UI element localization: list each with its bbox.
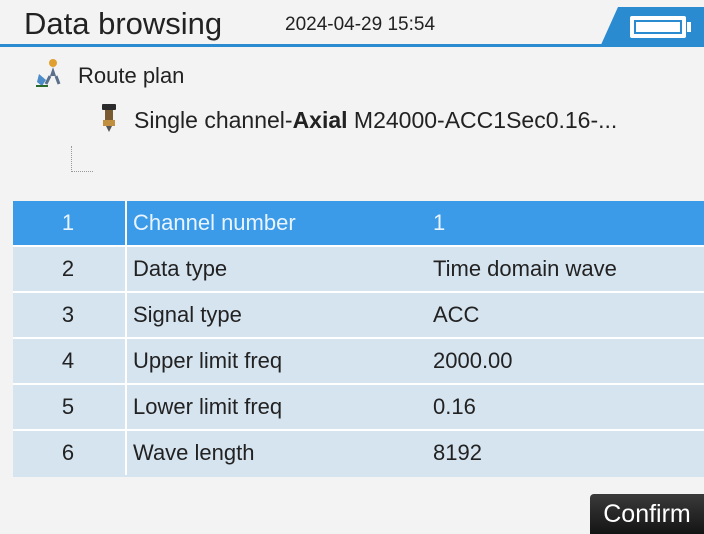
table-row[interactable]: 1 Channel number 1	[13, 201, 704, 247]
column-divider	[125, 385, 127, 429]
tree-item-label: Route plan	[78, 62, 185, 88]
row-name: Data type	[133, 256, 228, 281]
route-tree: Route plan Single channel-Axial M24000-A…	[0, 50, 704, 200]
tree-item-label: Single channel-Axial M24000-ACC1Sec0.16-…	[134, 106, 617, 134]
parameter-table: 1 Channel number 1 2 Data type Time doma…	[13, 201, 704, 477]
channel-label-suffix: M24000-ACC1Sec0.16-...	[347, 106, 618, 133]
row-value: 8192	[433, 440, 482, 465]
table-row[interactable]: 4 Upper limit freq 2000.00	[13, 339, 704, 385]
page-title: Data browsing	[24, 6, 223, 41]
table-row[interactable]: 6 Wave length 8192	[13, 431, 704, 477]
table-row[interactable]: 5 Lower limit freq 0.16	[13, 385, 704, 431]
channel-label-direction: Axial	[292, 106, 348, 133]
row-value: Time domain wave	[433, 256, 617, 281]
tree-item-channel[interactable]: Single channel-Axial M24000-ACC1Sec0.16-…	[98, 102, 617, 137]
row-index: 3	[61, 302, 75, 327]
column-divider	[125, 339, 127, 383]
row-name: Lower limit freq	[133, 394, 283, 419]
tree-connector	[71, 171, 93, 172]
row-name: Channel number	[133, 210, 296, 235]
row-index: 4	[61, 348, 75, 373]
row-index: 1	[61, 210, 75, 235]
column-divider	[125, 201, 127, 245]
route-plan-icon	[36, 58, 64, 93]
sensor-icon	[98, 102, 120, 137]
tree-connector	[71, 146, 72, 172]
tree-item-route-plan[interactable]: Route plan	[36, 58, 184, 93]
column-divider	[125, 247, 127, 291]
header-bar: Data browsing 2024-04-29 15:54	[0, 0, 704, 47]
table-row[interactable]: 3 Signal type ACC	[13, 293, 704, 339]
header-divider	[0, 44, 704, 47]
row-index: 6	[61, 440, 75, 465]
column-divider	[125, 293, 127, 337]
row-index: 2	[61, 256, 75, 281]
confirm-button[interactable]: Confirm	[590, 494, 704, 534]
row-index: 5	[61, 394, 75, 419]
row-name: Upper limit freq	[133, 348, 283, 373]
row-name: Wave length	[133, 440, 255, 465]
row-value: ACC	[433, 302, 480, 327]
column-divider	[125, 431, 127, 475]
battery-icon	[600, 7, 704, 47]
table-row[interactable]: 2 Data type Time domain wave	[13, 247, 704, 293]
row-value: 2000.00	[433, 348, 513, 373]
row-value: 0.16	[433, 394, 476, 419]
row-name: Signal type	[133, 302, 242, 327]
datetime-display: 2024-04-29 15:54	[285, 14, 436, 35]
channel-label-prefix: Single channel-	[134, 106, 293, 133]
row-value: 1	[433, 210, 446, 235]
